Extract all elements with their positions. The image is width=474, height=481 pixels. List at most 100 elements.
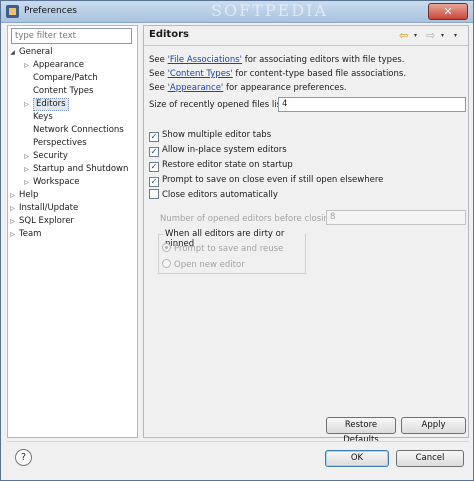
tree-item-network-connections[interactable]: Network Connections — [8, 124, 137, 137]
app-icon — [6, 5, 19, 18]
collapsed-arrow-icon[interactable]: ▷ — [22, 163, 31, 176]
editors-page: Editors ⇦ ▾ ⇨ ▾ ▾ See 'File Associations… — [143, 25, 469, 445]
window-title: Preferences — [24, 6, 77, 16]
show-multiple-tabs-checkbox[interactable]: ✓ Show multiple editor tabs — [149, 129, 271, 142]
close-icon: ✕ — [443, 5, 453, 18]
arrow-left-icon[interactable]: ⇦ — [399, 29, 408, 42]
close-automatically-checkbox[interactable]: Close editors automatically — [149, 189, 278, 202]
tree-item-label: Network Connections — [33, 125, 124, 135]
dirty-editors-group: When all editors are dirty or pinned Pro… — [158, 229, 306, 274]
ok-button[interactable]: OK — [325, 450, 389, 467]
radio-button[interactable] — [162, 259, 171, 268]
link-prefix: See — [149, 69, 168, 79]
preference-tree: ◢ General ▷ Appearance Compare/Patch Content … — [8, 46, 137, 241]
tree-item-startup-and-shutdown[interactable]: ▷ Startup and Shutdown — [8, 163, 137, 176]
restore-defaults-button[interactable]: Restore Defaults — [326, 417, 396, 445]
collapsed-arrow-icon[interactable]: ▷ — [8, 202, 17, 215]
tree-item-workspace[interactable]: ▷ Workspace — [8, 176, 137, 189]
link-prefix: See — [149, 83, 168, 93]
tree-item-label: Security — [33, 151, 68, 161]
link-suffix: for appearance preferences. — [223, 83, 347, 93]
cancel-button[interactable]: Cancel — [396, 450, 464, 467]
restore-state-checkbox[interactable]: ✓ Restore editor state on startup — [149, 159, 293, 172]
appearance-line: See 'Appearance' for appearance preferen… — [149, 83, 347, 93]
collapsed-arrow-icon[interactable]: ▷ — [22, 150, 31, 163]
prompt-reuse-radio[interactable]: Prompt to save and reuse — [162, 243, 283, 255]
tree-item-label: Help — [19, 190, 39, 200]
apply-button[interactable]: Apply — [401, 417, 466, 434]
tree-item-label: Team — [19, 229, 42, 239]
tree-item-content-types[interactable]: Content Types — [8, 85, 137, 98]
collapsed-arrow-icon[interactable]: ▷ — [8, 189, 17, 202]
collapsed-arrow-icon[interactable]: ▷ — [22, 176, 31, 189]
recent-files-label: Size of recently opened files list: — [149, 100, 288, 110]
filter-input[interactable] — [11, 28, 132, 44]
checkbox-box[interactable] — [149, 189, 159, 199]
tree-item-label: Keys — [33, 112, 53, 122]
tree-item-appearance[interactable]: ▷ Appearance — [8, 59, 137, 72]
recent-files-input[interactable]: 4 — [278, 97, 466, 112]
tree-item-editors[interactable]: ▷ Editors — [8, 98, 137, 111]
chevron-down-icon[interactable]: ▾ — [414, 32, 417, 39]
checkbox-label: Restore editor state on startup — [162, 160, 293, 170]
watermark: SOFTPEDIA — [211, 1, 328, 20]
tree-item-sql-explorer[interactable]: ▷ SQL Explorer — [8, 215, 137, 228]
collapsed-arrow-icon[interactable]: ▷ — [8, 215, 17, 228]
tree-item-keys[interactable]: Keys — [8, 111, 137, 124]
file-associations-line: See 'File Associations' for associating … — [149, 55, 404, 65]
radio-label: Prompt to save and reuse — [174, 244, 284, 254]
expanded-arrow-icon[interactable]: ◢ — [8, 46, 17, 59]
content-types-link[interactable]: 'Content Types' — [168, 69, 233, 79]
tree-item-compare-patch[interactable]: Compare/Patch — [8, 72, 137, 85]
tree-item-perspectives[interactable]: Perspectives — [8, 137, 137, 150]
tree-item-general[interactable]: ◢ General — [8, 46, 137, 59]
tree-item-label: Install/Update — [19, 203, 79, 213]
checkbox-box[interactable]: ✓ — [149, 177, 159, 187]
prompt-save-checkbox[interactable]: ✓ Prompt to save on close even if still o… — [149, 174, 383, 187]
tree-item-label: Appearance — [33, 60, 85, 70]
chevron-down-icon[interactable]: ▾ — [441, 32, 444, 39]
tree-item-label: Perspectives — [33, 138, 87, 148]
header-divider — [144, 45, 468, 46]
checkbox-box[interactable]: ✓ — [149, 147, 159, 157]
tree-item-label: Content Types — [33, 86, 94, 96]
arrow-right-icon[interactable]: ⇨ — [426, 29, 435, 42]
appearance-link[interactable]: 'Appearance' — [168, 83, 224, 93]
close-window-button[interactable]: ✕ — [428, 3, 468, 20]
tree-item-label: General — [19, 47, 53, 57]
tree-item-label: SQL Explorer — [19, 216, 74, 226]
tree-item-help[interactable]: ▷ Help — [8, 189, 137, 202]
file-associations-link[interactable]: 'File Associations' — [168, 55, 242, 65]
link-suffix: for content-type based file associations… — [232, 69, 407, 79]
open-new-editor-radio[interactable]: Open new editor — [162, 259, 245, 271]
tree-item-label: Workspace — [33, 177, 80, 187]
preferences-window: Preferences SOFTPEDIA ✕ ◢General▷Appeara… — [0, 0, 474, 481]
close-count-label: Number of opened editors before closing: — [160, 214, 338, 224]
tree-item-label: Editors — [33, 98, 69, 111]
collapsed-arrow-icon[interactable]: ▷ — [22, 59, 31, 72]
tree-item-security[interactable]: ▷ Security — [8, 150, 137, 163]
help-icon[interactable]: ? — [15, 449, 32, 466]
tree-item-label: Startup and Shutdown — [33, 164, 129, 174]
checkbox-box[interactable]: ✓ — [149, 162, 159, 172]
in-place-editors-checkbox[interactable]: ✓ Allow in-place system editors — [149, 144, 287, 157]
radio-button[interactable] — [162, 243, 171, 252]
page-title: Editors — [149, 29, 189, 40]
checkbox-label: Show multiple editor tabs — [162, 130, 272, 140]
page-header: Editors ⇦ ▾ ⇨ ▾ ▾ — [144, 26, 468, 44]
preference-tree-pane: ◢General▷AppearanceCompare/PatchContent … — [7, 25, 138, 438]
checkbox-box[interactable]: ✓ — [149, 132, 159, 142]
collapsed-arrow-icon[interactable]: ▷ — [22, 98, 31, 111]
tree-item-team[interactable]: ▷ Team — [8, 228, 137, 241]
footer-divider — [7, 441, 469, 442]
checkbox-label: Close editors automatically — [162, 190, 278, 200]
collapsed-arrow-icon[interactable]: ▷ — [8, 228, 17, 241]
checkbox-label: Prompt to save on close even if still op… — [162, 175, 384, 185]
tree-item-label: Compare/Patch — [33, 73, 98, 83]
view-menu-icon[interactable]: ▾ — [454, 32, 457, 39]
radio-label: Open new editor — [174, 260, 245, 270]
close-count-input[interactable]: 8 — [326, 210, 466, 225]
content-types-line: See 'Content Types' for content-type bas… — [149, 69, 406, 79]
tree-item-install-update[interactable]: ▷ Install/Update — [8, 202, 137, 215]
title-bar[interactable]: Preferences SOFTPEDIA ✕ — [1, 1, 473, 23]
